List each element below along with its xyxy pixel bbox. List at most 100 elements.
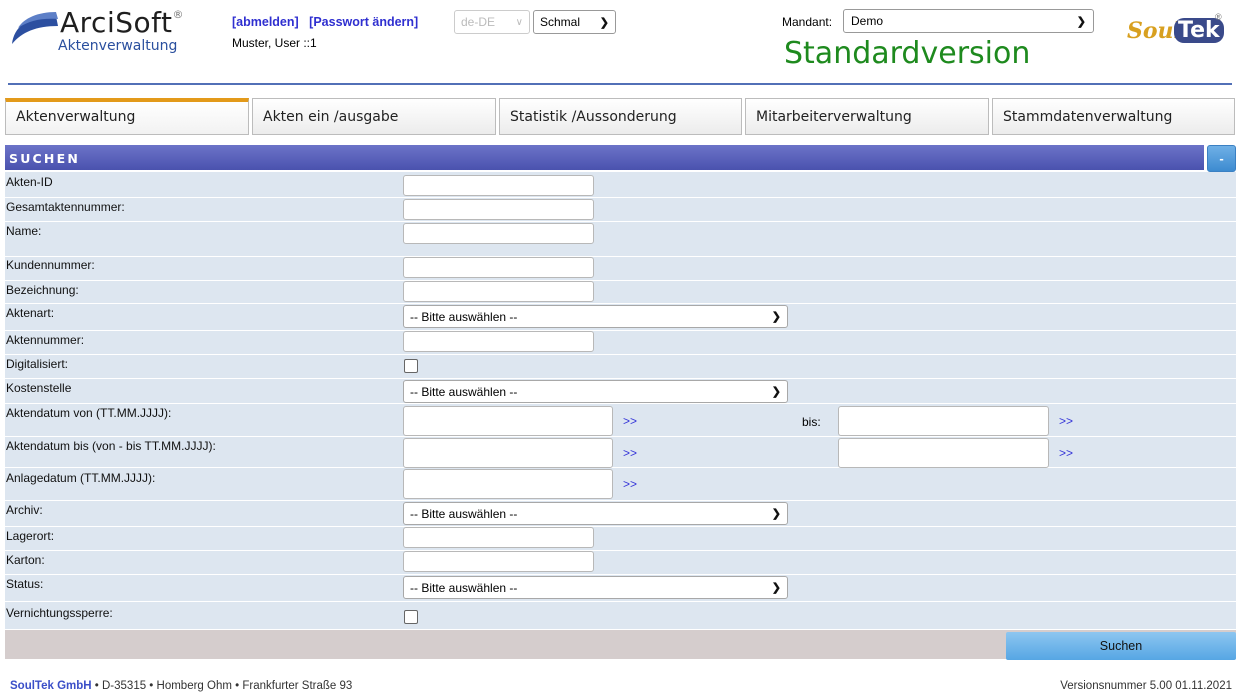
row-divider [5, 280, 1236, 281]
anlagedatum-label: Anlagedatum (TT.MM.JJJJ): [6, 471, 156, 485]
mandant-label: Mandant: [782, 15, 833, 29]
search-panel-header: SUCHEN [5, 145, 1204, 170]
main-tabs: Aktenverwaltung Akten ein /ausgabe Stati… [5, 98, 1235, 135]
chevron-down-icon: ❯ [771, 386, 781, 398]
tab-statistik-aussonderung[interactable]: Statistik /Aussonderung [499, 98, 742, 135]
vernichtungssperre-label: Vernichtungssperre: [6, 606, 113, 620]
name-input[interactable] [403, 223, 594, 244]
aktennummer-input[interactable] [403, 331, 594, 352]
digitalisiert-label: Digitalisiert: [6, 357, 69, 371]
aktendatum-bis-label: Aktendatum bis (von - bis TT.MM.JJJJ): [6, 439, 216, 453]
mandant-select-value: Demo [851, 14, 884, 28]
date-picker-arrow-icon[interactable]: >> [1059, 414, 1073, 428]
mandant-select[interactable]: Demo ❯ [843, 9, 1094, 33]
aktenart-select[interactable]: -- Bitte auswählen -- ❯ [403, 305, 788, 328]
row-divider [5, 574, 1236, 575]
row-divider [5, 303, 1236, 304]
logo-registered-mark: ® [1215, 12, 1222, 22]
row-divider [5, 403, 1236, 404]
chevron-down-icon: ❯ [771, 311, 781, 323]
tab-stammdatenverwaltung[interactable]: Stammdatenverwaltung [992, 98, 1235, 135]
collapse-panel-button[interactable]: - [1207, 145, 1236, 172]
language-select[interactable]: de-DE ∨ [454, 10, 530, 34]
tab-aktenverwaltung[interactable]: Aktenverwaltung [5, 98, 249, 135]
current-user: Muster, User ::1 [232, 36, 317, 50]
change-password-link[interactable]: [Passwort ändern] [309, 15, 418, 29]
search-button[interactable]: Suchen [1006, 632, 1236, 660]
status-select-value: -- Bitte auswählen -- [410, 580, 518, 595]
aktendatum-von-label: Aktendatum von (TT.MM.JJJJ): [6, 406, 172, 420]
kostenstelle-label: Kostenstelle [6, 381, 72, 395]
row-divider [5, 197, 1236, 198]
aktendatum-bis-von-input[interactable] [403, 438, 613, 468]
akten-id-input[interactable] [403, 175, 594, 196]
archiv-select[interactable]: -- Bitte auswählen -- ❯ [403, 502, 788, 525]
chevron-down-icon: ∨ [515, 16, 523, 28]
bezeichnung-input[interactable] [403, 281, 594, 302]
gesamtaktennummer-input[interactable] [403, 199, 594, 220]
kostenstelle-select[interactable]: -- Bitte auswählen -- ❯ [403, 380, 788, 403]
date-picker-arrow-icon[interactable]: >> [1059, 446, 1073, 460]
soultek-logo: Soul Tek ® [1127, 12, 1224, 52]
kundennummer-input[interactable] [403, 257, 594, 278]
row-divider [5, 330, 1236, 331]
digitalisiert-checkbox[interactable] [404, 359, 418, 373]
version-title: Standardversion [784, 36, 1031, 71]
chevron-down-icon: ❯ [1076, 15, 1086, 28]
aktenart-select-value: -- Bitte auswählen -- [410, 309, 518, 324]
aktendatum-von-input[interactable] [403, 406, 613, 436]
chevron-down-icon: ❯ [599, 16, 609, 29]
anlagedatum-input[interactable] [403, 469, 613, 499]
arcisoft-logo: ArciSoft® Aktenverwaltung [8, 4, 198, 62]
logo-subtitle: Aktenverwaltung [58, 38, 178, 54]
header-links: [abmelden] [Passwort ändern] [232, 15, 425, 29]
date-picker-arrow-icon[interactable]: >> [623, 477, 637, 491]
aktendatum-bis-bis-input[interactable] [838, 438, 1049, 468]
archiv-label: Archiv: [6, 503, 43, 517]
footer-company-info: SoulTek GmbH • D-35315 • Homberg Ohm • F… [10, 680, 352, 692]
karton-label: Karton: [6, 553, 45, 567]
row-divider [5, 526, 1236, 527]
date-picker-arrow-icon[interactable]: >> [623, 414, 637, 428]
row-divider [5, 550, 1236, 551]
kostenstelle-select-value: -- Bitte auswählen -- [410, 384, 518, 399]
kundennummer-label: Kundennummer: [6, 258, 95, 272]
aktennummer-label: Aktennummer: [6, 333, 85, 347]
logo-brand-text: ArciSoft® [60, 6, 184, 39]
date-picker-arrow-icon[interactable]: >> [623, 446, 637, 460]
status-select[interactable]: -- Bitte auswählen -- ❯ [403, 576, 788, 599]
karton-input[interactable] [403, 551, 594, 572]
layout-width-value: Schmal [540, 15, 581, 29]
chevron-down-icon: ❯ [771, 582, 781, 594]
row-divider [5, 601, 1236, 602]
footer-company-name: SoulTek GmbH [10, 680, 92, 692]
bis-label: bis: [802, 415, 821, 429]
tab-mitarbeiterverwaltung[interactable]: Mitarbeiterverwaltung [745, 98, 989, 135]
chevron-down-icon: ❯ [771, 508, 781, 520]
row-divider [5, 436, 1236, 437]
lagerort-label: Lagerort: [6, 529, 55, 543]
row-divider [5, 378, 1236, 379]
vernichtungssperre-checkbox[interactable] [404, 610, 418, 624]
row-divider [5, 467, 1236, 468]
footer-version: Versionsnummer 5.00 01.11.2021 [1060, 680, 1232, 692]
name-label: Name: [6, 224, 42, 238]
lagerort-input[interactable] [403, 527, 594, 548]
header-divider [8, 83, 1232, 85]
footer-address: • D-35315 • Homberg Ohm • Frankfurter St… [91, 680, 353, 692]
archiv-select-value: -- Bitte auswählen -- [410, 506, 518, 521]
bezeichnung-label: Bezeichnung: [6, 283, 79, 297]
row-divider [5, 256, 1236, 257]
tab-akten-ein-ausgabe[interactable]: Akten ein /ausgabe [252, 98, 496, 135]
aktendatum-von-bis-input[interactable] [838, 406, 1049, 436]
row-divider [5, 500, 1236, 501]
row-divider [5, 221, 1236, 222]
status-label: Status: [6, 577, 44, 591]
logout-link[interactable]: [abmelden] [232, 15, 299, 29]
aktenart-label: Aktenart: [6, 306, 55, 320]
logo-swoosh-icon [12, 12, 58, 44]
gesamtaktennummer-label: Gesamtaktennummer: [6, 200, 125, 214]
layout-width-select[interactable]: Schmal ❯ [533, 10, 616, 34]
row-divider [5, 354, 1236, 355]
akten-id-label: Akten-ID [6, 175, 53, 189]
